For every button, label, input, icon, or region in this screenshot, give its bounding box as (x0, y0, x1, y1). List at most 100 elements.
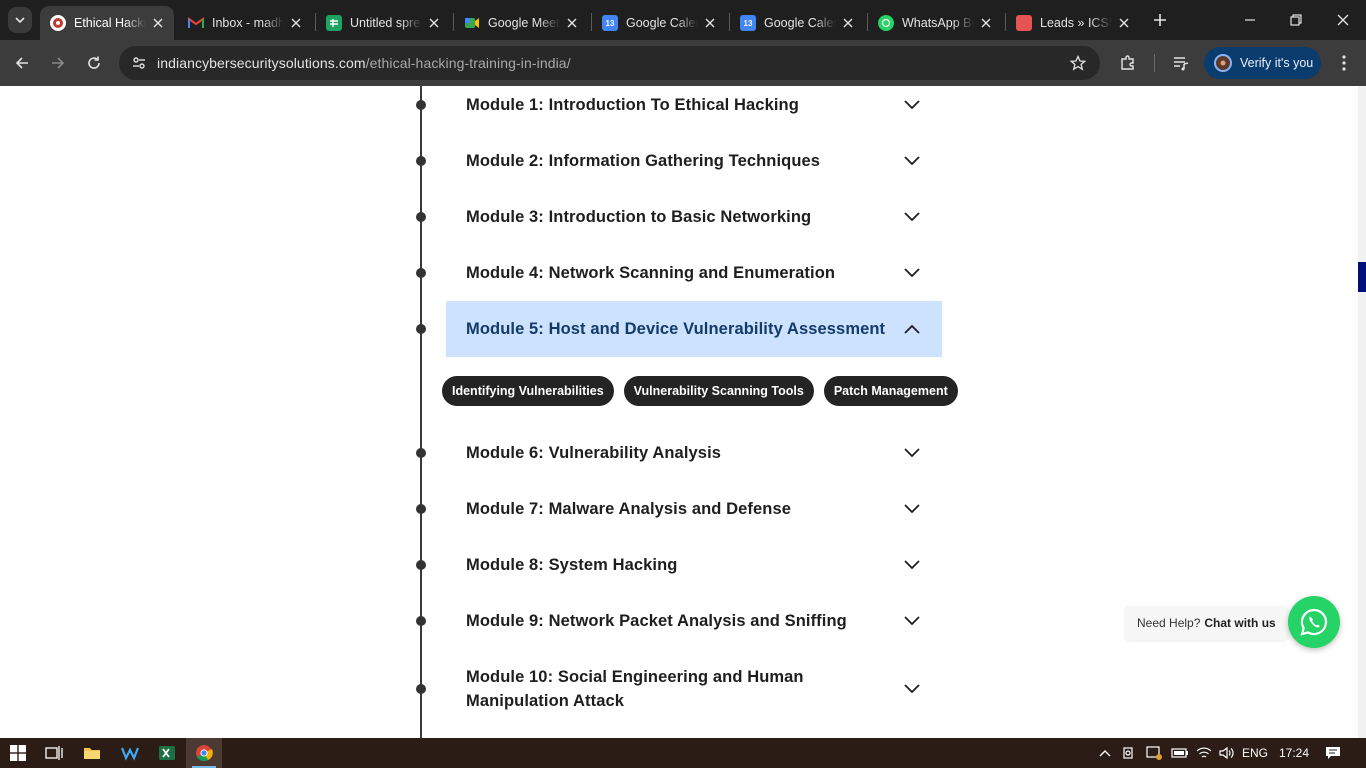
topic-pill[interactable]: Vulnerability Scanning Tools (623, 376, 814, 406)
tray-battery[interactable] (1170, 738, 1190, 768)
whatsapp-icon (878, 15, 894, 31)
browser-menu-button[interactable] (1332, 51, 1356, 75)
tray-security[interactable] (1144, 738, 1164, 768)
gmail-icon (188, 15, 204, 31)
excel-icon (159, 746, 175, 760)
windows-icon (10, 745, 26, 761)
tab-whatsapp[interactable]: WhatsApp Business (868, 6, 1002, 40)
close-icon[interactable] (1116, 15, 1132, 31)
url-path: /ethical-hacking-training-in-india/ (365, 55, 571, 71)
verify-identity-button[interactable]: Verify it's you (1204, 47, 1321, 79)
tray-clock[interactable]: 17:24 (1276, 738, 1312, 768)
calendar-icon: 13 (740, 15, 756, 31)
tab-title: WhatsApp Business (902, 16, 974, 30)
calendar-icon: 13 (602, 15, 618, 31)
module-title: Module 5: Host and Device Vulnerability … (466, 320, 886, 338)
extensions-button[interactable] (1116, 51, 1140, 75)
site-settings-icon[interactable] (129, 53, 149, 73)
module-4-header[interactable]: Module 4: Network Scanning and Enumerati… (446, 254, 942, 292)
file-explorer-button[interactable] (74, 738, 110, 768)
close-icon[interactable] (150, 15, 166, 31)
whatsapp-icon (1300, 608, 1328, 636)
browser-toolbar: indiancybersecuritysolutions.com/ethical… (0, 40, 1366, 86)
tab-calendar-2[interactable]: 13 Google Calendar (730, 6, 864, 40)
url-text[interactable]: indiancybersecuritysolutions.com/ethical… (157, 55, 571, 71)
chevron-down-icon (902, 555, 922, 575)
browser-tab-strip: Ethical Hacking Training in India Inbox … (0, 0, 1366, 40)
module-1-header[interactable]: Module 1: Introduction To Ethical Hackin… (446, 86, 942, 124)
back-button[interactable] (10, 51, 34, 75)
webcam-icon (1123, 747, 1133, 759)
tab-inbox[interactable]: Inbox - madhu (178, 6, 312, 40)
start-button[interactable] (0, 738, 36, 768)
folder-icon (84, 748, 100, 759)
restore-button[interactable] (1284, 8, 1308, 32)
module-7-header[interactable]: Module 7: Malware Analysis and Defense (446, 490, 942, 528)
tab-title: Inbox - madhu (212, 16, 284, 30)
page-scrollbar[interactable] (1358, 86, 1366, 738)
module-9-header[interactable]: Module 9: Network Packet Analysis and Sn… (446, 602, 942, 640)
module-2-header[interactable]: Module 2: Information Gathering Techniqu… (446, 142, 942, 180)
close-icon (1337, 14, 1349, 26)
security-alert-icon (1146, 746, 1162, 760)
tray-meet-now[interactable] (1120, 738, 1138, 768)
module-5-topics: Identifying Vulnerabilities Vulnerabilit… (442, 376, 958, 406)
module-title: Module 8: System Hacking (466, 556, 678, 574)
topic-pill[interactable]: Patch Management (823, 376, 958, 406)
whatsapp-chat-button[interactable] (1288, 596, 1340, 648)
app-w-button[interactable] (112, 738, 148, 768)
module-5-header[interactable]: Module 5: Host and Device Vulnerability … (446, 301, 942, 357)
close-icon[interactable] (702, 15, 718, 31)
media-controls-button[interactable] (1169, 51, 1193, 75)
forward-button[interactable] (46, 51, 70, 75)
timeline-dot (416, 324, 426, 334)
tab-leads[interactable]: Leads » ICSS (1006, 6, 1140, 40)
wifi-icon (1196, 747, 1212, 758)
tab-title: Untitled spreadsheet (350, 16, 422, 30)
excel-button[interactable] (149, 738, 185, 768)
minimize-icon (1245, 19, 1255, 21)
notifications-button[interactable] (1322, 738, 1344, 768)
arrow-left-icon (15, 57, 28, 69)
tab-title: Google Meet (488, 16, 560, 30)
close-icon[interactable] (426, 15, 442, 31)
timeline-line (420, 86, 422, 738)
minimize-button[interactable] (1238, 8, 1262, 32)
close-icon[interactable] (978, 15, 994, 31)
leads-icon (1016, 15, 1032, 31)
chevron-down-icon (902, 499, 922, 519)
bookmark-star-icon[interactable] (1068, 53, 1088, 73)
tab-spreadsheet[interactable]: Untitled spreadsheet (316, 6, 450, 40)
task-view-button[interactable] (36, 738, 72, 768)
close-icon[interactable] (288, 15, 304, 31)
tray-volume[interactable] (1216, 738, 1236, 768)
chrome-button[interactable] (186, 738, 222, 768)
notification-icon (1326, 747, 1340, 759)
module-3-header[interactable]: Module 3: Introduction to Basic Networki… (446, 198, 942, 236)
new-tab-button[interactable] (1150, 10, 1170, 30)
chevron-down-icon (902, 679, 922, 699)
help-chat-bubble[interactable]: Need Help? Chat with us (1125, 606, 1288, 640)
chevron-down-icon (902, 207, 922, 227)
url-host: indiancybersecuritysolutions.com (157, 55, 366, 71)
address-bar[interactable]: indiancybersecuritysolutions.com/ethical… (119, 46, 1100, 80)
tab-title: Ethical Hacking Training in India (74, 16, 146, 30)
reload-button[interactable] (82, 51, 106, 75)
tray-wifi[interactable] (1194, 738, 1214, 768)
tab-calendar-1[interactable]: 13 Google Calendar (592, 6, 726, 40)
module-title: Module 9: Network Packet Analysis and Sn… (466, 612, 847, 630)
puzzle-icon (1121, 55, 1134, 70)
tab-search-button[interactable] (8, 7, 32, 33)
close-window-button[interactable] (1331, 8, 1355, 32)
close-icon[interactable] (840, 15, 856, 31)
close-icon[interactable] (564, 15, 580, 31)
module-10-header[interactable]: Module 10: Social Engineering and Human … (446, 664, 942, 714)
topic-pill[interactable]: Identifying Vulnerabilities (442, 376, 614, 406)
tab-ethical-hacking[interactable]: Ethical Hacking Training in India (40, 6, 174, 40)
module-8-header[interactable]: Module 8: System Hacking (446, 546, 942, 584)
tray-language[interactable]: ENG (1240, 738, 1270, 768)
tab-meet[interactable]: Google Meet (454, 6, 588, 40)
help-prefix: Need Help? (1137, 616, 1201, 630)
module-6-header[interactable]: Module 6: Vulnerability Analysis (446, 434, 942, 472)
show-hidden-icons-button[interactable] (1097, 738, 1113, 768)
